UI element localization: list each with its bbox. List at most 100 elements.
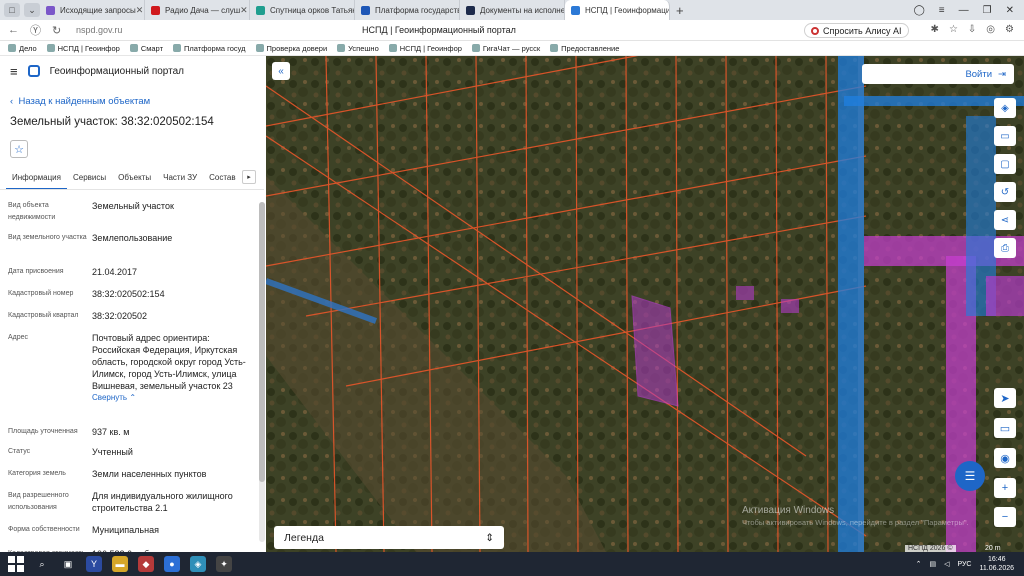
url-field[interactable]: nspd.gov.ru xyxy=(76,25,196,35)
tab-menu-button[interactable]: □ xyxy=(4,3,20,17)
app-icon-3[interactable]: ◈ xyxy=(190,556,206,572)
attribute-row: Кадастровый квартал 38:32:020502 xyxy=(8,310,256,322)
draw-polygon-icon[interactable]: ▢ xyxy=(994,154,1016,174)
tab-list-button[interactable]: ⌄ xyxy=(24,3,40,17)
profile-icon[interactable]: ◯ xyxy=(914,5,925,16)
attribute-value: Учтенный xyxy=(92,446,256,458)
attribute-value: 38:32:020502 xyxy=(92,310,256,322)
object-tab[interactable]: Информация xyxy=(6,170,67,190)
app-icon-2[interactable]: ● xyxy=(164,556,180,572)
favorite-star-button[interactable]: ☆ xyxy=(10,140,28,158)
object-tab[interactable]: Части ЗУ xyxy=(157,170,203,190)
collapse-link-label: Свернуть xyxy=(92,393,128,402)
bookmark-icon xyxy=(388,44,397,52)
bookmark-label: Успешно xyxy=(348,43,379,53)
tab-favicon-icon xyxy=(466,5,475,15)
search-icon[interactable]: ⌕ xyxy=(34,556,50,572)
ruler-icon[interactable]: ▭ xyxy=(994,126,1016,146)
bookmark-item[interactable]: Дело xyxy=(8,44,37,53)
object-tab[interactable]: Объекты xyxy=(112,170,157,190)
satellite-map[interactable] xyxy=(266,56,1024,552)
tabs-scroll-right-button[interactable]: ▸ xyxy=(242,170,256,184)
attribute-value-text: 38:32:020502 xyxy=(92,311,148,321)
file-explorer-icon[interactable]: ▬ xyxy=(112,556,128,572)
bookmark-star-icon[interactable]: ☆ xyxy=(949,24,958,35)
yandex-browser-icon[interactable]: Y xyxy=(86,556,102,572)
browser-tab[interactable]: НСПД | Геоинформацио✕ xyxy=(565,0,670,20)
tab-close-icon[interactable]: ✕ xyxy=(240,5,248,16)
back-to-results-link[interactable]: ‹ Назад к найденным объектам xyxy=(10,96,150,107)
browser-tab[interactable]: Платформа государстве✕ xyxy=(355,0,460,20)
print-icon[interactable]: ⎙ xyxy=(994,238,1016,258)
attribute-key: Вид разрешенного использования xyxy=(8,492,69,511)
bookmark-item[interactable]: НСПД | Геоинфор xyxy=(388,43,462,53)
scrollbar-thumb[interactable] xyxy=(259,202,265,482)
collapse-panel-button[interactable]: « xyxy=(272,62,290,80)
geolocation-icon[interactable]: ➤ xyxy=(994,388,1016,408)
bookmark-icon xyxy=(129,44,138,52)
share-icon[interactable]: ⋖ xyxy=(994,210,1016,230)
zoom-out-button[interactable]: − xyxy=(994,507,1016,527)
windows-start-icon[interactable] xyxy=(8,556,24,572)
app-icon-1[interactable]: ◆ xyxy=(138,556,154,572)
location-pin-icon[interactable]: ◉ xyxy=(994,448,1016,468)
browser-tab[interactable]: Спутница орков Татьяна✕ xyxy=(250,0,355,20)
network-icon[interactable]: ▤ xyxy=(929,560,936,568)
bookmark-item[interactable]: НСПД | Геоинфор xyxy=(46,44,120,53)
bookmark-item[interactable]: Предоставление xyxy=(550,44,619,53)
reload-icon[interactable]: ↻ xyxy=(52,24,66,37)
measure-icon[interactable]: ▭ xyxy=(994,418,1016,438)
settings-icon[interactable]: ⚙ xyxy=(1005,24,1014,35)
browser-tab[interactable]: Радио Дача — слуш ✕ xyxy=(145,0,250,20)
clock[interactable]: 16:46 11.06.2026 xyxy=(979,555,1014,573)
bookmark-item[interactable]: Смарт xyxy=(129,44,163,53)
bookmark-item[interactable]: ГигаЧат — русск xyxy=(471,44,540,53)
clock-time: 16:46 xyxy=(987,556,1006,563)
history-icon[interactable]: ↺ xyxy=(994,182,1016,202)
task-view-icon[interactable]: ▣ xyxy=(60,556,76,572)
attribute-row: Дата присвоения 21.04.2017 xyxy=(8,266,256,278)
vpn-icon[interactable]: ◎ xyxy=(986,24,995,35)
tab-title: Спутница орков Татьяна xyxy=(270,5,355,15)
close-window-button[interactable]: ✕ xyxy=(1006,5,1014,16)
chat-assistant-button[interactable]: ☰ xyxy=(955,461,985,491)
browser-tab[interactable]: Исходящие запросы ✕ xyxy=(40,0,145,20)
collapse-address-link[interactable]: Свернуть ⌃ xyxy=(92,392,256,404)
bookmark-label: НСПД | Геоинфор xyxy=(399,43,462,53)
downloads-icon[interactable]: ⇩ xyxy=(968,24,976,35)
tab-favicon-icon xyxy=(571,5,580,15)
ask-alisa-button[interactable]: Спросить Алису AI xyxy=(804,23,909,38)
bookmark-item[interactable]: Платформа госуд xyxy=(173,44,246,53)
layers-icon[interactable]: ◈ xyxy=(994,98,1016,118)
back-arrow-icon[interactable]: ← xyxy=(8,24,22,36)
new-tab-button[interactable]: + xyxy=(676,3,684,18)
legend-dropdown[interactable]: Легенда ⇕ xyxy=(274,526,504,549)
object-tab[interactable]: Сервисы xyxy=(67,170,112,190)
bookmark-item[interactable]: Успешно xyxy=(337,44,379,53)
object-tab[interactable]: Состав xyxy=(203,170,242,190)
app-icon-4[interactable]: ✦ xyxy=(216,556,232,572)
login-button[interactable]: Войти ⇥ xyxy=(862,64,1014,84)
attribute-key: Площадь уточненная xyxy=(8,428,78,435)
maximize-button[interactable]: ❐ xyxy=(983,5,992,16)
hamburger-menu-icon[interactable]: ≡ xyxy=(10,64,18,79)
chevron-updown-icon: ⇕ xyxy=(485,531,494,544)
browser-tab[interactable]: Документы на исполнен✕ xyxy=(460,0,565,20)
tab-strip: □ ⌄ Исходящие запросы ✕ Радио Дача — слуш ✕… xyxy=(0,0,1024,20)
panel-scrollbar[interactable] xyxy=(259,202,265,542)
tray-up-icon[interactable]: ⌃ xyxy=(916,560,922,568)
tab-title: Платформа государстве xyxy=(375,5,460,15)
attribute-value-text: 38:32:020502:154 xyxy=(92,289,165,299)
language-indicator[interactable]: РУС xyxy=(957,561,971,568)
attribute-key: Кадастровый квартал xyxy=(8,312,79,319)
bookmark-item[interactable]: Проверка довери xyxy=(255,44,327,53)
volume-icon[interactable]: ◁ xyxy=(944,560,949,568)
extensions-icon[interactable]: ✱ xyxy=(931,24,939,35)
map-view[interactable] xyxy=(266,56,1024,552)
attribute-row: Вид земельного участка Землепользование xyxy=(8,232,256,244)
minimize-button[interactable]: — xyxy=(959,5,969,16)
zoom-in-button[interactable]: + xyxy=(994,478,1016,498)
tab-close-icon[interactable]: ✕ xyxy=(136,5,144,16)
yandex-logo-icon[interactable]: Ⓨ xyxy=(30,22,44,38)
menu-icon[interactable]: ≡ xyxy=(939,5,945,16)
